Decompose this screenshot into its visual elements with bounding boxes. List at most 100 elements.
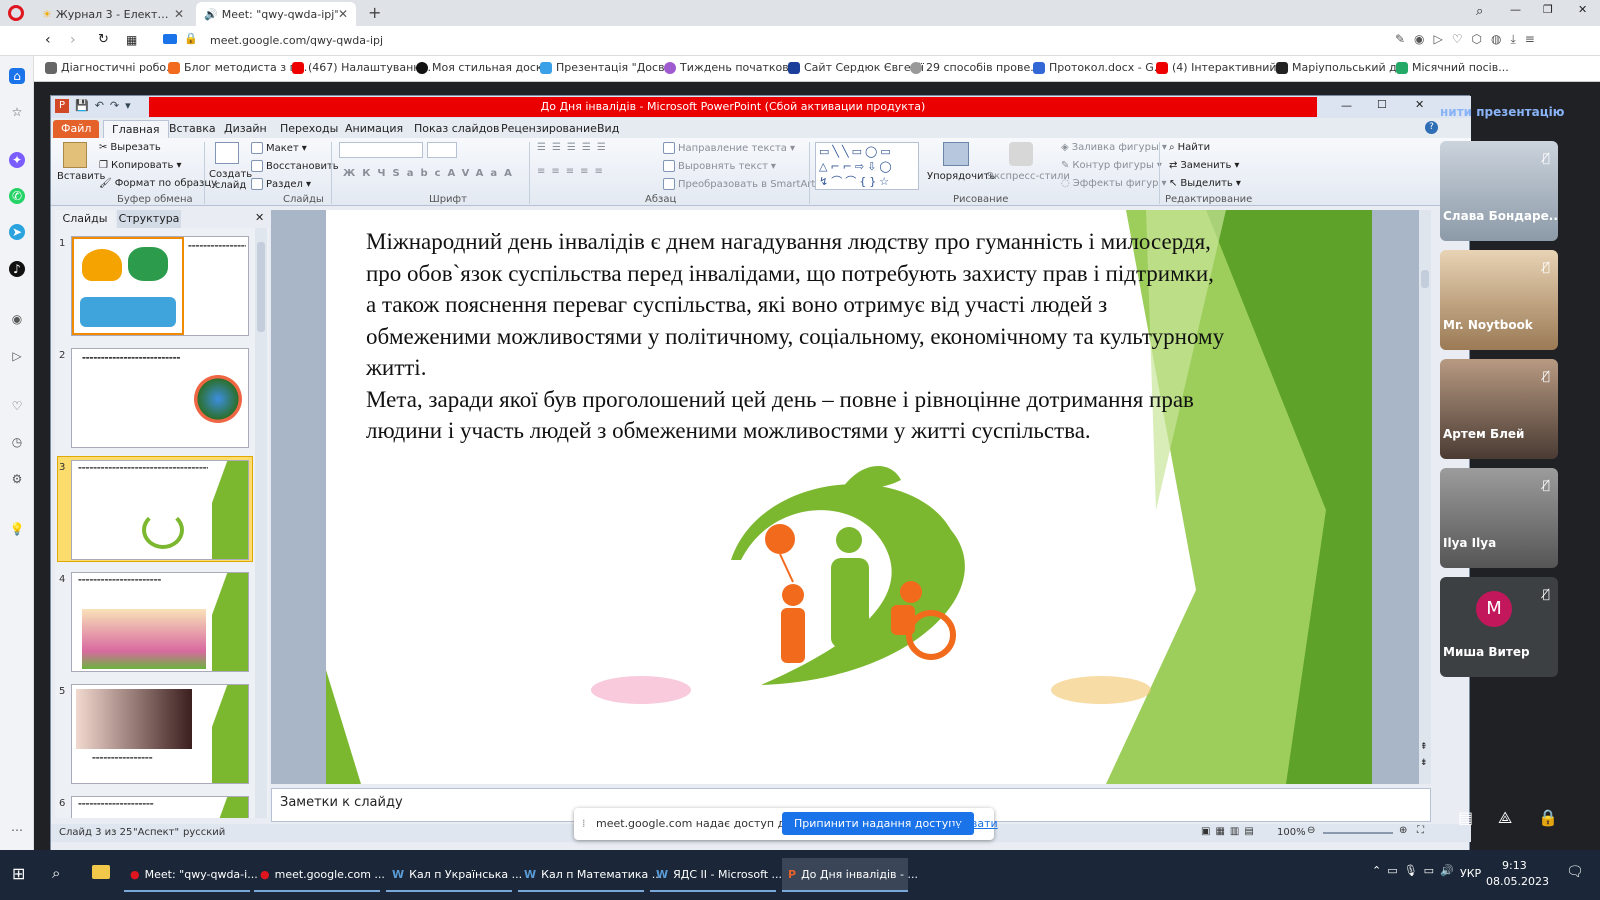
bookmark-item[interactable]: Діагностичні робо...	[45, 61, 177, 74]
bookmark-item[interactable]: Місячний посів...	[1396, 61, 1509, 74]
bookmark-item[interactable]: Презентація "Досв...	[540, 61, 675, 74]
window-close-icon[interactable]: ✕	[1578, 3, 1587, 16]
bookmark-item[interactable]: Протокол.docx - G...	[1033, 61, 1164, 74]
quick-access-icons[interactable]: 💾↶↷▾	[75, 99, 137, 112]
select-button[interactable]: ↖ Выделить ▾	[1169, 178, 1241, 189]
shape-fill-button[interactable]: ◈ Заливка фигуры ▾	[1061, 142, 1167, 153]
cut-button[interactable]: ✂ Вырезать	[99, 142, 161, 153]
bookmark-item[interactable]: Сайт Сердюк Євгенії	[788, 61, 924, 74]
bookmark-item[interactable]: 29 способів прове...	[910, 61, 1041, 74]
drag-handle-icon[interactable]: ⁞	[582, 817, 586, 830]
zoom-out-icon[interactable]: ⊖	[1307, 825, 1315, 836]
find-button[interactable]: ⌕ Найти	[1169, 142, 1210, 153]
close-icon[interactable]: ✕	[338, 7, 348, 21]
arrange-icon[interactable]	[943, 142, 969, 166]
paste-icon[interactable]	[63, 142, 87, 168]
more-icon[interactable]: ⋯	[9, 822, 25, 838]
zoom-in-icon[interactable]: ⊕	[1399, 825, 1407, 836]
section-button[interactable]: Раздел ▾	[251, 178, 311, 190]
clock-date[interactable]: 08.05.2023	[1486, 875, 1549, 888]
opera-logo-icon[interactable]	[8, 5, 24, 21]
slide-thumbnail-5[interactable]: ▬▬▬▬▬▬▬▬▬▬▬▬▬▬▬▬	[71, 684, 249, 784]
format-painter-button[interactable]: 🖌 Формат по образцу	[99, 178, 217, 189]
close-icon[interactable]: ✕	[1415, 98, 1424, 111]
star-icon[interactable]: ☆	[9, 104, 25, 120]
align-icons[interactable]: ≡≡≡≡≡	[537, 166, 609, 177]
player-icon[interactable]: ◉	[9, 311, 25, 327]
tray-icons[interactable]: ⌃▭🎙▭🔊	[1372, 864, 1460, 877]
new-slide-icon[interactable]	[215, 142, 239, 164]
arrange-button[interactable]: Упорядочить	[927, 171, 995, 182]
history-icon[interactable]: ◷	[9, 434, 25, 450]
home-icon[interactable]: ⌂	[9, 68, 25, 84]
new-slide-button[interactable]: Создать слайд	[209, 169, 252, 191]
bookmark-item[interactable]: (4) Інтерактивний...	[1156, 61, 1287, 74]
notifications-icon[interactable]: 🗨	[1566, 864, 1584, 880]
presentation-label[interactable]: нити презентацію	[1440, 105, 1564, 119]
host-controls-icon[interactable]: 🔒	[1538, 808, 1558, 827]
taskbar-item[interactable]: W ЯДС ІІ - Microsoft ...	[650, 858, 782, 892]
copy-button[interactable]: ❐ Копировать ▾	[99, 160, 181, 171]
editor-scrollbar[interactable]: ⇞ ⇟	[1419, 210, 1431, 784]
bulb-icon[interactable]: 💡	[9, 521, 25, 537]
search-icon[interactable]: ⌕	[52, 864, 60, 882]
slide-text[interactable]: Міжнародний день інвалідів є днем нагаду…	[366, 226, 1226, 447]
quick-styles-button[interactable]: Экспресс-стили	[987, 171, 1070, 182]
tab-insert[interactable]: Вставка	[161, 120, 224, 138]
reload-icon[interactable]: ↻	[98, 32, 109, 47]
participant-tile[interactable]: 🎙̸ Артем Блей	[1440, 359, 1558, 459]
telegram-icon[interactable]: ➤	[9, 224, 25, 240]
slide-thumbnail-3[interactable]: ▬▬▬▬▬▬▬▬▬▬▬▬▬▬▬▬▬▬▬▬▬▬▬▬▬▬▬▬▬▬▬▬▬▬▬▬	[71, 460, 249, 560]
panel-scrollbar[interactable]	[255, 228, 267, 818]
stop-sharing-button[interactable]: Припинити надання доступу	[782, 812, 974, 835]
tiktok-icon[interactable]: ♪	[9, 261, 25, 277]
taskbar-item[interactable]: ● meet.google.com ...	[254, 858, 385, 892]
layout-button[interactable]: Макет ▾	[251, 142, 307, 154]
font-format-icons[interactable]: ЖКЧSabcAVAaA	[343, 168, 519, 179]
camera-icon[interactable]	[163, 34, 177, 44]
fit-icon[interactable]: ⛶	[1417, 825, 1424, 836]
close-panel-icon[interactable]: ✕	[255, 211, 264, 224]
tab-view[interactable]: Вид	[589, 120, 627, 138]
font-size-select[interactable]	[427, 142, 457, 158]
tab-outline[interactable]: Структура	[117, 210, 181, 228]
next-slide-icon[interactable]: ⇟	[1420, 758, 1428, 768]
view-icons[interactable]: ▣▦▥▤	[1201, 826, 1259, 837]
bookmark-item[interactable]: Маріупольський д...	[1276, 61, 1407, 74]
participant-tile[interactable]: 🎙̸ M Миша Витер	[1440, 577, 1558, 677]
forward-icon[interactable]: ›	[70, 32, 76, 48]
participant-tile[interactable]: 🎙̸ Mr. Noytbook	[1440, 250, 1558, 350]
bookmark-item[interactable]: Тиждень початков...	[664, 61, 799, 74]
tabs-grid-icon[interactable]: ▦	[126, 33, 137, 47]
taskbar-item[interactable]: W Кал п Українська ...	[386, 858, 522, 892]
settings-icon[interactable]: ⚙	[9, 471, 25, 487]
tab-animation[interactable]: Анимация	[337, 120, 411, 138]
url-text[interactable]: meet.google.com/qwy-qwda-ipj	[210, 34, 383, 47]
slide-thumbnail-2[interactable]: ▬▬▬▬▬▬▬▬▬▬▬▬▬▬▬▬▬▬▬▬▬▬▬▬▬▬	[71, 348, 249, 448]
search-icon[interactable]: ⌕	[1476, 4, 1483, 19]
participant-tile[interactable]: 🎙̸ Слава Бондаре...	[1440, 141, 1558, 241]
new-tab-icon[interactable]: +	[368, 3, 381, 22]
participant-tile[interactable]: 🎙̸ Ilya Ilya	[1440, 468, 1558, 568]
list-icons[interactable]: ☰☰☰☰☰	[537, 142, 612, 153]
slide-thumbnail-6[interactable]: ▬▬▬▬▬▬▬▬▬▬▬▬▬▬▬▬▬▬▬▬	[71, 796, 249, 818]
browser-tab-meet[interactable]: 🔊 Meet: "qwy-qwda-ipj" ✕	[196, 2, 356, 26]
current-slide[interactable]: Міжнародний день інвалідів є днем нагаду…	[326, 210, 1372, 784]
prev-slide-icon[interactable]: ⇞	[1420, 742, 1428, 752]
clock-time[interactable]: 9:13	[1502, 859, 1527, 872]
text-direction-button[interactable]: Направление текста ▾	[663, 142, 795, 154]
keyboard-language[interactable]: УКР	[1460, 867, 1481, 880]
taskbar-item[interactable]: ● Meet: "qwy-qwda-i...	[124, 858, 258, 892]
hide-button[interactable]: Сховати	[950, 817, 998, 830]
maximize-icon[interactable]: ☐	[1377, 98, 1387, 111]
windows-start-icon[interactable]: ⊞	[12, 864, 25, 883]
zoom-level[interactable]: 100%	[1277, 827, 1306, 838]
replace-button[interactable]: ⇄ Заменить ▾	[1169, 160, 1239, 171]
bookmark-item[interactable]: Блог методиста з п...	[168, 61, 307, 74]
zoom-slider[interactable]	[1323, 832, 1393, 834]
shape-outline-button[interactable]: ✎Контур фигуры ▾	[1061, 160, 1162, 171]
activities-icon[interactable]: ⟁	[1498, 808, 1512, 828]
reset-button[interactable]: Восстановить	[251, 160, 339, 172]
slide-thumbnail-1[interactable]: ▬▬▬▬▬▬▬▬▬▬▬▬▬▬▬▬▬▬▬▬▬▬▬▬▬▬▬▬▬▬▬▬▬▬▬▬▬▬▬▬…	[71, 236, 249, 336]
slide-thumbnail-4[interactable]: ▬▬▬▬▬▬▬▬▬▬▬▬▬▬▬▬▬▬▬▬▬▬	[71, 572, 249, 672]
